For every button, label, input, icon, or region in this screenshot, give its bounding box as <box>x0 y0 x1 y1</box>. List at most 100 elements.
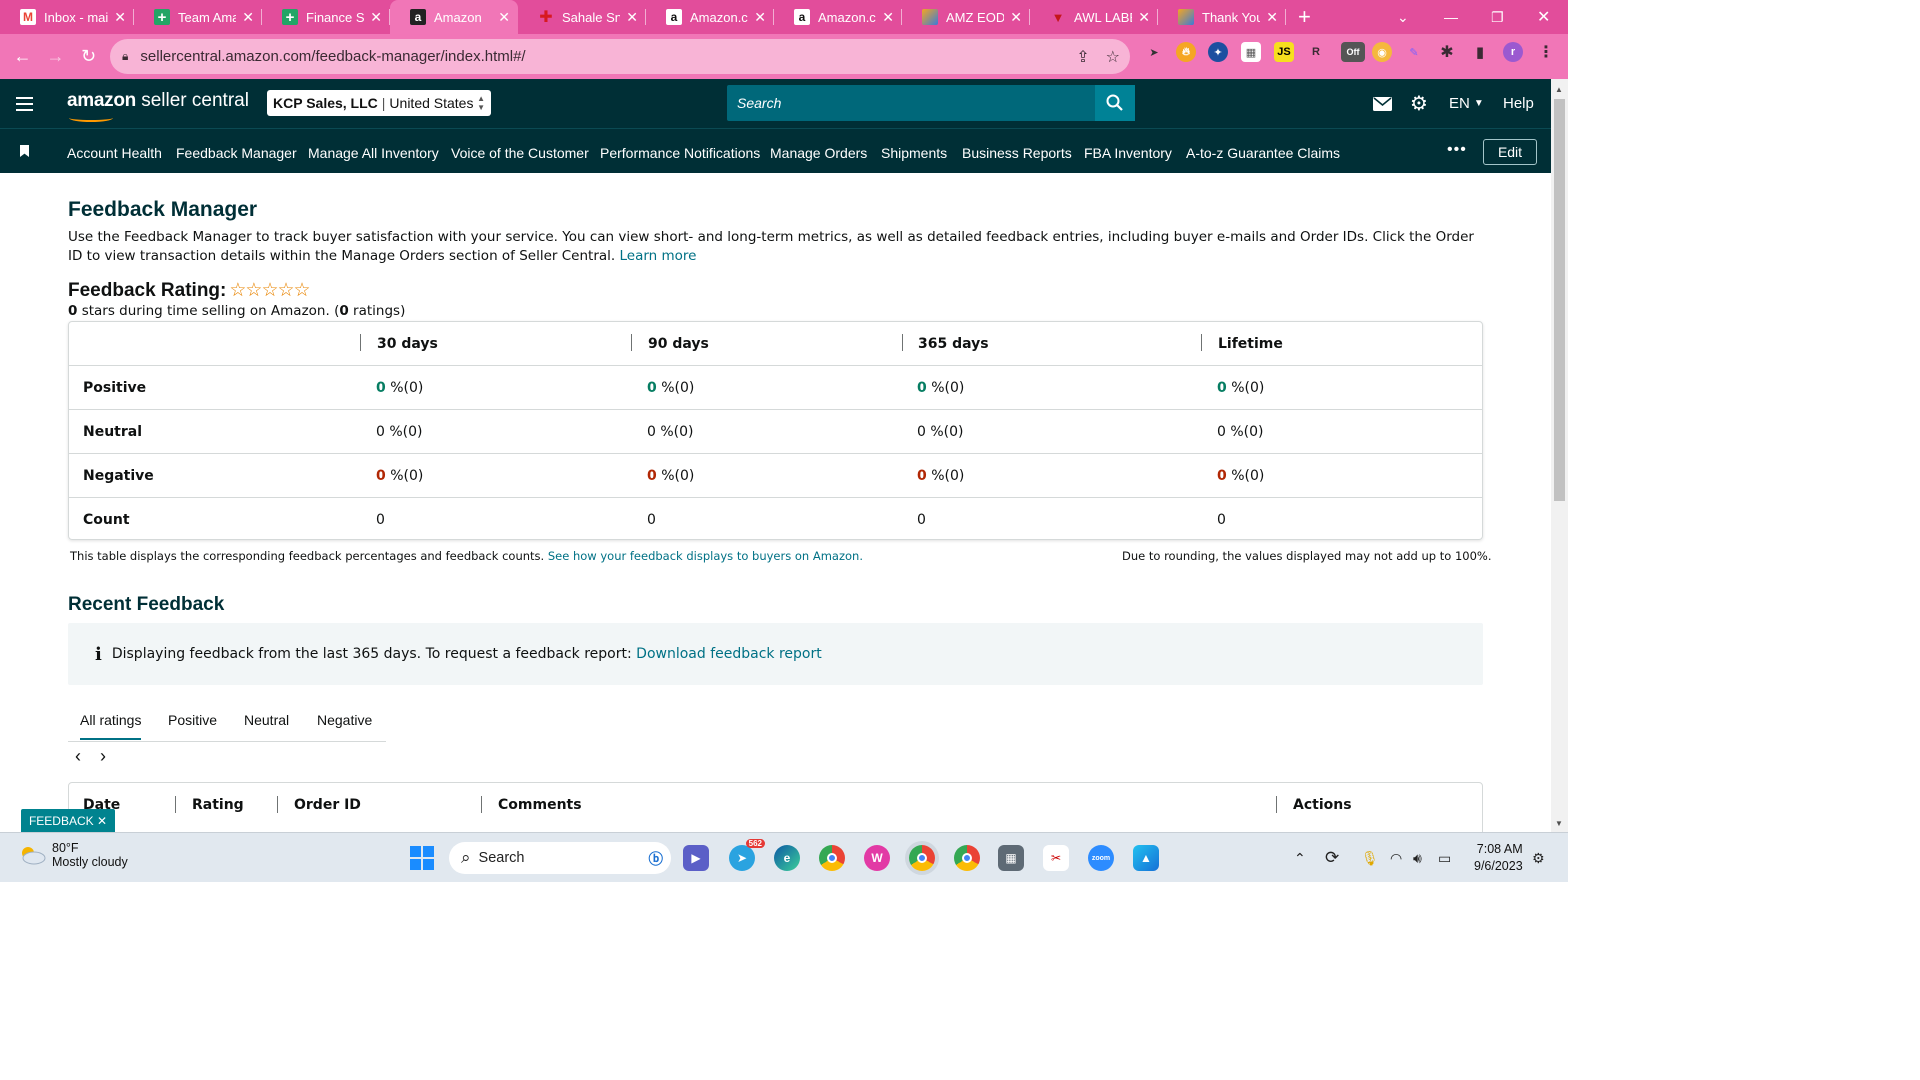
share-icon[interactable]: ⇪ <box>1076 47 1089 67</box>
help-link[interactable]: Help <box>1503 79 1534 128</box>
scroll-thumb[interactable] <box>1554 99 1565 501</box>
profile-avatar[interactable]: r <box>1503 42 1523 62</box>
tab-neutral[interactable]: Neutral <box>244 712 289 728</box>
url-bar[interactable]: 🔒︎ sellercentral.amazon.com/feedback-man… <box>110 39 1130 74</box>
next-page-icon[interactable]: › <box>100 746 106 767</box>
tab-search-chevron-icon[interactable]: ⌄ <box>1397 0 1409 34</box>
nav-account-health[interactable]: Account Health <box>67 145 162 161</box>
nav-manage-all-inventory[interactable]: Manage All Inventory <box>308 145 439 161</box>
search-input[interactable]: Search <box>727 85 1095 121</box>
zoom-icon[interactable]: zoom <box>1088 845 1114 871</box>
browser-menu-icon[interactable]: ⋮ <box>1536 42 1556 62</box>
edge-icon[interactable]: e <box>774 845 800 871</box>
hamburger-menu-icon[interactable] <box>16 97 33 115</box>
nav-a-to-z-claims[interactable]: A-to-z Guarantee Claims <box>1186 145 1340 161</box>
extension-blue-icon[interactable]: ✦ <box>1208 42 1228 62</box>
snipping-tool-icon[interactable]: ✂ <box>1043 845 1069 871</box>
tab-close-icon[interactable]: ✕ <box>242 9 254 26</box>
notifications-icon[interactable]: ⚙ <box>1532 833 1545 883</box>
browser-tab-team[interactable]: + Team Amaz ✕ <box>134 0 262 34</box>
nav-business-reports[interactable]: Business Reports <box>962 145 1072 161</box>
calculator-icon[interactable]: ▦ <box>998 845 1024 871</box>
search-button[interactable] <box>1095 85 1135 121</box>
tab-positive[interactable]: Positive <box>168 712 217 728</box>
nav-shipments[interactable]: Shipments <box>881 145 947 161</box>
window-close-icon[interactable]: ✕ <box>1537 0 1550 34</box>
feedback-widget-button[interactable]: FEEDBACK ✕ <box>21 809 115 832</box>
wps-icon[interactable]: W <box>864 845 890 871</box>
tab-all-ratings[interactable]: All ratings <box>80 712 142 740</box>
nav-manage-orders[interactable]: Manage Orders <box>770 145 867 161</box>
column-header-order-id[interactable]: Order ID <box>294 797 361 813</box>
extension-cursor-icon[interactable]: ➤ <box>1144 42 1164 62</box>
browser-tab-finance[interactable]: + Finance She ✕ <box>262 0 390 34</box>
extensions-puzzle-icon[interactable]: ✱ <box>1437 42 1457 62</box>
weather-widget[interactable]: 80°F Mostly cloudy <box>18 841 128 869</box>
browser-tab-thank-you[interactable]: Thank You ✕ <box>1158 0 1286 34</box>
back-arrow-icon[interactable]: ← <box>6 46 39 67</box>
browser-tab-gmail[interactable]: M Inbox - mai ✕ <box>0 0 134 34</box>
extension-pen-icon[interactable]: ✎ <box>1404 42 1424 62</box>
column-header-rating[interactable]: Rating <box>192 797 244 813</box>
tab-close-icon[interactable]: ✕ <box>370 9 382 26</box>
scroll-down-icon[interactable]: ▼ <box>1555 819 1563 828</box>
learn-more-link[interactable]: Learn more <box>619 248 696 264</box>
browser-tab-sahale[interactable]: ✚ Sahale Snac ✕ <box>518 0 646 34</box>
system-clock[interactable]: 7:08 AM 9/6/2023 <box>1474 841 1523 875</box>
browser-tab-amazon-3[interactable]: a Amazon.co ✕ <box>774 0 902 34</box>
wifi-icon[interactable]: ◠ <box>1390 833 1402 883</box>
chrome-profile-active-icon[interactable] <box>909 845 935 871</box>
feedback-display-link[interactable]: See how your feedback displays to buyers… <box>548 549 863 563</box>
download-report-link[interactable]: Download feedback report <box>636 646 822 662</box>
browser-tab-amz-eod[interactable]: AMZ EOD R ✕ <box>902 0 1030 34</box>
tab-close-icon[interactable]: ✕ <box>1010 9 1022 26</box>
reload-icon[interactable]: ↻ <box>72 46 105 67</box>
bookmark-icon[interactable] <box>20 145 29 157</box>
nav-more-icon[interactable]: ••• <box>1447 141 1467 159</box>
nav-fba-inventory[interactable]: FBA Inventory <box>1084 145 1172 161</box>
seller-central-logo[interactable]: amazon seller central <box>67 90 249 122</box>
forward-arrow-icon[interactable]: → <box>39 46 72 67</box>
nav-feedback-manager[interactable]: Feedback Manager <box>176 145 297 161</box>
tab-close-icon[interactable]: ✕ <box>882 9 894 26</box>
settings-gear-icon[interactable]: ⚙ <box>1410 79 1428 128</box>
side-panel-icon[interactable]: ▮ <box>1470 42 1490 62</box>
chrome-profile-icon[interactable] <box>954 845 980 871</box>
sync-icon[interactable]: ⟳ <box>1325 833 1339 883</box>
telegram-icon[interactable]: ➤ 562 <box>729 839 765 871</box>
extension-circle-icon[interactable]: ◉ <box>1372 42 1392 62</box>
minimize-icon[interactable]: — <box>1444 0 1458 34</box>
windows-start-icon[interactable] <box>409 845 435 871</box>
column-header-comments[interactable]: Comments <box>498 797 582 813</box>
prev-page-icon[interactable]: ‹ <box>75 746 81 767</box>
restore-icon[interactable]: ❐ <box>1491 0 1504 34</box>
extension-document-icon[interactable]: ▦ <box>1241 42 1261 62</box>
tab-close-icon[interactable]: ✕ <box>754 9 766 26</box>
tab-close-icon[interactable]: ✕ <box>114 9 126 26</box>
battery-icon[interactable]: ▭ <box>1438 833 1451 883</box>
teams-chat-icon[interactable]: ▶ <box>683 845 709 871</box>
browser-tab-awl[interactable]: ▼ AWL LABEL ✕ <box>1030 0 1158 34</box>
chrome-icon[interactable] <box>819 845 845 871</box>
nav-voice-of-the-customer[interactable]: Voice of the Customer <box>451 145 589 161</box>
extension-js-icon[interactable]: JS <box>1274 42 1294 62</box>
bookmark-star-icon[interactable]: ☆ <box>1106 47 1120 67</box>
tab-close-icon[interactable]: ✕ <box>1266 9 1278 26</box>
browser-tab-amazon-2[interactable]: a Amazon.co ✕ <box>646 0 774 34</box>
volume-icon[interactable]: 🔊︎ <box>1413 833 1422 883</box>
extension-fire-icon[interactable]: 🔥︎ <box>1176 42 1196 62</box>
scroll-up-icon[interactable]: ▲ <box>1555 85 1563 94</box>
microphone-icon[interactable]: 🎙︎ <box>1361 833 1379 883</box>
tab-negative[interactable]: Negative <box>317 712 372 728</box>
tab-close-icon[interactable]: ✕ <box>498 9 510 26</box>
nav-edit-button[interactable]: Edit <box>1483 139 1537 165</box>
mail-icon[interactable] <box>1373 79 1392 128</box>
photos-icon[interactable]: ▲ <box>1133 845 1159 871</box>
tab-close-icon[interactable]: ✕ <box>626 9 638 26</box>
extension-rb-icon[interactable]: R <box>1306 42 1326 62</box>
tab-close-icon[interactable]: ✕ <box>1138 9 1150 26</box>
new-tab-plus-icon[interactable]: + <box>1298 4 1311 30</box>
browser-tab-amazon-active[interactable]: a Amazon ✕ <box>390 0 518 34</box>
page-scrollbar[interactable]: ▲ ▼ <box>1551 79 1568 832</box>
language-selector[interactable]: EN ▼ <box>1449 79 1484 128</box>
